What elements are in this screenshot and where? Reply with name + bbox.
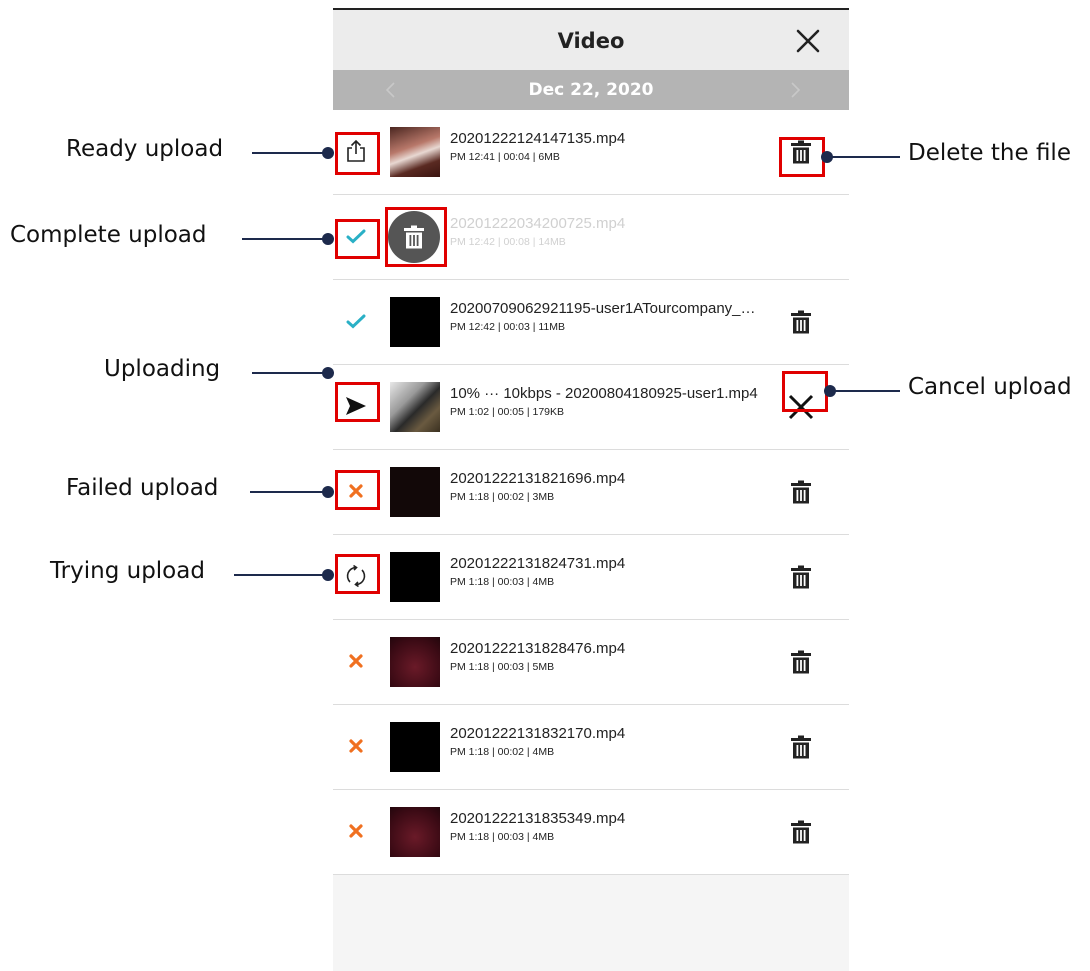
video-thumbnail[interactable] [390, 637, 440, 687]
pointer-line [250, 491, 332, 493]
trash-icon[interactable] [788, 648, 814, 676]
video-filename: 20201222131821696.mp4 [450, 470, 626, 487]
page-title: Video [557, 29, 625, 53]
highlight-ready-upload [335, 132, 380, 175]
highlight-delete-file [779, 137, 825, 177]
video-meta: PM 12:42 | 00:08 | 14MB [450, 236, 566, 248]
chevron-right-icon[interactable] [785, 80, 805, 100]
video-meta: PM 1:18 | 00:03 | 4MB [450, 576, 555, 588]
label-delete-file: Delete the file [908, 140, 1071, 166]
pointer-dot [322, 147, 334, 159]
video-panel: Video Dec 22, 2020 20201222124147135.mp4… [333, 8, 849, 971]
highlight-complete-upload [335, 219, 380, 259]
label-ready-upload: Ready upload [66, 136, 224, 162]
video-thumbnail[interactable] [390, 552, 440, 602]
video-meta: PM 1:18 | 00:03 | 4MB [450, 831, 555, 843]
trash-icon[interactable] [788, 733, 814, 761]
video-thumbnail[interactable] [390, 722, 440, 772]
current-date: Dec 22, 2020 [528, 80, 654, 100]
close-icon[interactable] [795, 28, 821, 54]
label-cancel-upload: Cancel upload [908, 374, 1072, 400]
pointer-line [252, 372, 332, 374]
label-trying-upload: Trying upload [50, 558, 205, 584]
video-row[interactable]: 20200709062921195-user1ATourcompany_1.mp… [333, 280, 849, 365]
video-row[interactable]: 20201222124147135.mp4 PM 12:41 | 00:04 |… [333, 110, 849, 195]
failed-icon [343, 648, 369, 674]
highlight-uploading [335, 382, 380, 422]
top-bar: Video [333, 10, 849, 70]
highlight-trying-upload [335, 554, 380, 594]
video-meta: PM 1:02 | 00:05 | 179KB [450, 406, 565, 418]
video-meta: PM 1:18 | 00:02 | 3MB [450, 491, 555, 503]
video-thumbnail[interactable] [390, 467, 440, 517]
video-row[interactable]: 20201222131824731.mp4 PM 1:18 | 00:03 | … [333, 535, 849, 620]
highlight-delete-overlay [385, 207, 447, 267]
video-thumbnail[interactable] [390, 297, 440, 347]
video-filename: 20201222131824731.mp4 [450, 555, 626, 572]
video-filename: 20201222124147135.mp4 [450, 130, 626, 147]
video-filename: 10% ··· 10kbps - 20200804180925-user1.mp… [450, 385, 758, 402]
video-row[interactable]: 20201222131832170.mp4 PM 1:18 | 00:02 | … [333, 705, 849, 790]
video-thumbnail[interactable] [390, 127, 440, 177]
check-icon [343, 308, 369, 334]
pointer-line [242, 238, 332, 240]
pointer-dot [322, 233, 334, 245]
video-filename: 20200709062921195-user1ATourcompany_1.mp… [450, 300, 760, 317]
label-complete-upload: Complete upload [10, 222, 207, 248]
failed-icon [343, 818, 369, 844]
label-failed-upload: Failed upload [66, 475, 219, 501]
video-meta: PM 12:41 | 00:04 | 6MB [450, 151, 560, 163]
video-row[interactable]: 10% ··· 10kbps - 20200804180925-user1.mp… [333, 365, 849, 450]
trash-icon[interactable] [788, 308, 814, 336]
video-meta: PM 1:18 | 00:03 | 5MB [450, 661, 555, 673]
date-bar: Dec 22, 2020 [333, 70, 849, 110]
video-thumbnail[interactable] [390, 382, 440, 432]
video-filename: 20201222131832170.mp4 [450, 725, 626, 742]
video-filename: 20201222131835349.mp4 [450, 810, 626, 827]
label-uploading: Uploading [104, 356, 221, 382]
video-row[interactable]: 20201222131821696.mp4 PM 1:18 | 00:02 | … [333, 450, 849, 535]
pointer-line [833, 390, 900, 392]
video-row[interactable]: 20201222131828476.mp4 PM 1:18 | 00:03 | … [333, 620, 849, 705]
video-row[interactable]: 20201222131835349.mp4 PM 1:18 | 00:03 | … [333, 790, 849, 875]
video-filename: 20201222131828476.mp4 [450, 640, 626, 657]
trash-icon[interactable] [788, 818, 814, 846]
video-thumbnail[interactable] [390, 807, 440, 857]
pointer-line [234, 574, 332, 576]
pointer-line [252, 152, 332, 154]
video-meta: PM 12:42 | 00:03 | 11MB [450, 321, 565, 333]
pointer-dot [322, 367, 334, 379]
highlight-cancel-upload [782, 371, 828, 412]
video-filename: 20201222034200725.mp4 [450, 215, 626, 232]
video-meta: PM 1:18 | 00:02 | 4MB [450, 746, 555, 758]
trash-icon[interactable] [788, 563, 814, 591]
highlight-failed-upload [335, 470, 380, 510]
failed-icon [343, 733, 369, 759]
trash-icon[interactable] [788, 478, 814, 506]
pointer-dot [322, 569, 334, 581]
pointer-dot [322, 486, 334, 498]
pointer-line [830, 156, 900, 158]
